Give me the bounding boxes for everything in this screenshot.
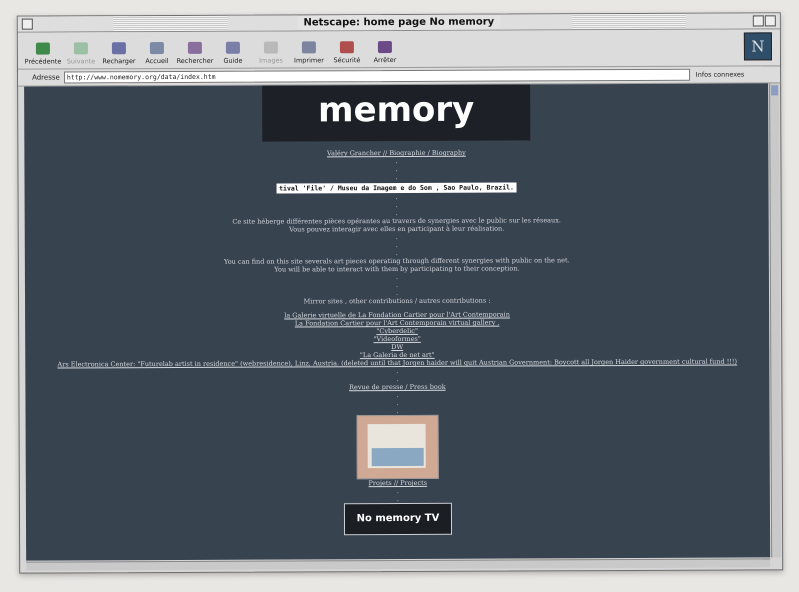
guide-button[interactable]: Guide [214,41,252,68]
window-title: Netscape: home page No memory [297,14,501,31]
exhibition-banner: tival 'File' / Museu da Imagem e do Som … [276,182,517,194]
back-button[interactable]: Précédente [24,42,62,68]
zoom-box-icon[interactable] [752,15,764,27]
vertical-scrollbar[interactable] [769,83,782,558]
back-icon [35,42,50,55]
print-icon [301,41,316,54]
images-icon [263,41,278,54]
collapse-box-icon[interactable] [764,15,776,27]
related-info-button[interactable]: Infos connexes [696,70,745,78]
page-content: memory Valéry Grancher // Biographie / B… [24,83,771,561]
no-memory-tv-box[interactable]: No memory TV [343,502,453,536]
reload-icon [111,42,126,55]
scroll-thumb[interactable] [771,85,779,96]
page-heading: memory [262,84,531,142]
horizontal-scrollbar[interactable] [26,558,771,571]
netscape-logo[interactable]: N [743,32,772,61]
stop-button[interactable]: Arrêter [366,41,404,67]
forward-button[interactable]: Suivante [62,42,100,68]
search-button[interactable]: Rechercher [176,41,214,68]
projects-thumbnail[interactable] [356,414,439,480]
guide-icon [225,41,240,54]
navigation-toolbar: Précédente Suivante Recharger Accueil Re… [17,29,781,70]
lock-icon [339,41,354,54]
reload-button[interactable]: Recharger [100,42,138,68]
search-icon [187,41,202,54]
forward-icon [73,42,88,55]
close-box-icon[interactable] [21,18,33,30]
home-button[interactable]: Accueil [138,42,176,68]
print-button[interactable]: Imprimer [290,41,328,67]
images-button[interactable]: Images [252,41,290,67]
browser-window: Netscape: home page No memory Précédente… [16,12,784,574]
security-button[interactable]: Sécurité [328,41,366,67]
url-field[interactable]: http://www.nomemory.org/data/index.htm [63,68,690,84]
home-icon [149,42,164,55]
stop-icon [377,41,392,54]
address-label: Adresse [32,73,60,82]
